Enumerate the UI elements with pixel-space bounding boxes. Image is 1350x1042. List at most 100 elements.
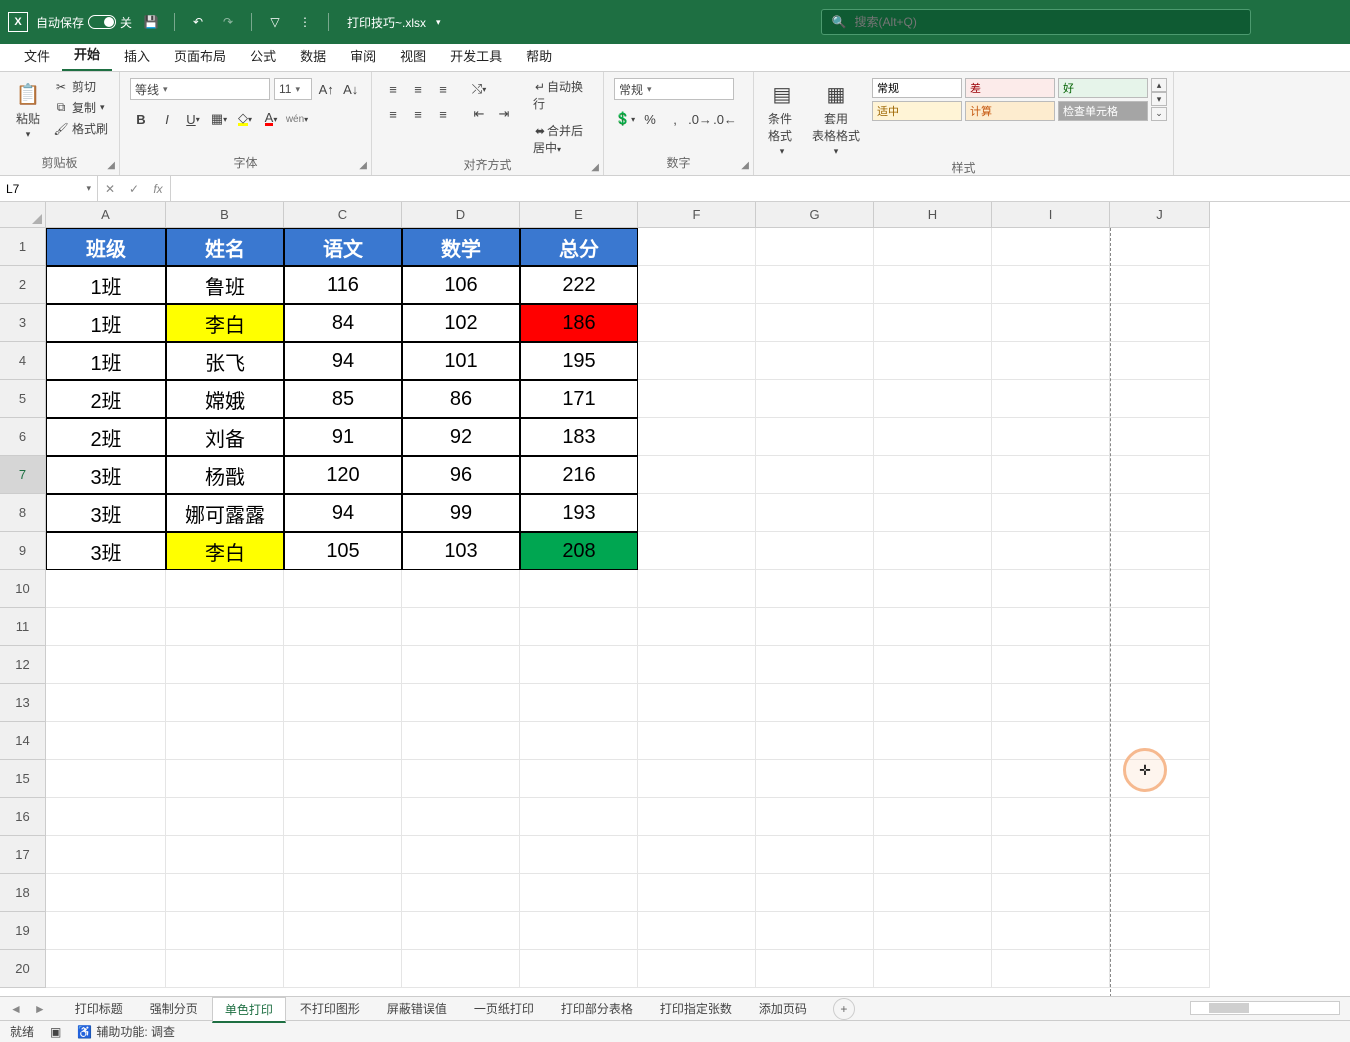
cell-styles-gallery[interactable]: 常规差好适中计算检查单元格	[872, 78, 1148, 121]
style-item-3[interactable]: 适中	[872, 101, 962, 121]
cell[interactable]	[520, 874, 638, 912]
align-center-icon[interactable]: ≡	[407, 103, 429, 125]
cell[interactable]	[874, 798, 992, 836]
cell[interactable]	[166, 874, 284, 912]
column-header[interactable]: I	[992, 202, 1110, 228]
cell[interactable]: 嫦娥	[166, 380, 284, 418]
cell[interactable]	[46, 912, 166, 950]
align-right-icon[interactable]: ≡	[432, 103, 454, 125]
cell[interactable]	[756, 760, 874, 798]
cell[interactable]	[1110, 608, 1210, 646]
cancel-formula-icon[interactable]: ✕	[98, 182, 122, 196]
gallery-more-icon[interactable]: ⌄	[1151, 107, 1167, 121]
cell[interactable]: 186	[520, 304, 638, 342]
cell[interactable]	[284, 798, 402, 836]
ribbon-tab-1[interactable]: 开始	[62, 40, 112, 71]
cell[interactable]	[756, 646, 874, 684]
row-header[interactable]: 12	[0, 646, 46, 684]
cell[interactable]	[638, 532, 756, 570]
cell[interactable]: 2班	[46, 380, 166, 418]
cell[interactable]	[402, 760, 520, 798]
formula-input[interactable]	[171, 176, 1350, 201]
orientation-icon[interactable]: ⤭▾	[468, 78, 490, 100]
table-header-cell[interactable]: 姓名	[166, 228, 284, 266]
cell[interactable]	[1110, 874, 1210, 912]
style-item-1[interactable]: 差	[965, 78, 1055, 98]
cell[interactable]	[402, 646, 520, 684]
cell[interactable]	[1110, 950, 1210, 988]
cell[interactable]	[1110, 266, 1210, 304]
cell[interactable]	[992, 418, 1110, 456]
dialog-launcher-icon[interactable]: ◢	[359, 160, 367, 171]
cell[interactable]	[756, 874, 874, 912]
cell[interactable]	[874, 456, 992, 494]
cell[interactable]	[874, 950, 992, 988]
row-header[interactable]: 9	[0, 532, 46, 570]
cell[interactable]	[992, 456, 1110, 494]
cell[interactable]	[756, 418, 874, 456]
cell[interactable]	[1110, 646, 1210, 684]
cell[interactable]	[166, 722, 284, 760]
underline-button[interactable]: U▾	[182, 108, 204, 130]
cell[interactable]	[638, 684, 756, 722]
cell[interactable]	[520, 646, 638, 684]
worksheet-grid[interactable]: ABCDEFGHIJ 12345678910111213141516171819…	[0, 202, 1350, 996]
ribbon-tab-9[interactable]: 帮助	[514, 42, 564, 71]
cell[interactable]	[638, 798, 756, 836]
cell[interactable]	[992, 646, 1110, 684]
cell[interactable]	[992, 684, 1110, 722]
ribbon-tab-5[interactable]: 数据	[288, 42, 338, 71]
sheet-tab[interactable]: 单色打印	[212, 997, 286, 1023]
ribbon-tab-6[interactable]: 审阅	[338, 42, 388, 71]
currency-icon[interactable]: 💲▾	[614, 108, 636, 130]
cell[interactable]	[638, 570, 756, 608]
style-item-5[interactable]: 检查单元格	[1058, 101, 1148, 121]
new-sheet-button[interactable]: +	[833, 998, 855, 1020]
cell[interactable]	[638, 456, 756, 494]
cell[interactable]	[756, 912, 874, 950]
cell[interactable]	[874, 494, 992, 532]
row-header[interactable]: 6	[0, 418, 46, 456]
row-header[interactable]: 2	[0, 266, 46, 304]
cell[interactable]	[1110, 760, 1210, 798]
cell[interactable]	[638, 342, 756, 380]
cell[interactable]	[166, 684, 284, 722]
cell[interactable]	[874, 912, 992, 950]
ribbon-tab-2[interactable]: 插入	[112, 42, 162, 71]
fill-color-button[interactable]: ◇▾	[234, 108, 256, 130]
cell[interactable]: 120	[284, 456, 402, 494]
cell[interactable]	[166, 646, 284, 684]
cell[interactable]	[756, 304, 874, 342]
cell[interactable]	[992, 380, 1110, 418]
cell[interactable]	[1110, 722, 1210, 760]
increase-indent-icon[interactable]: ⇥	[493, 103, 515, 125]
column-header[interactable]: H	[874, 202, 992, 228]
filter-icon[interactable]: ▽	[264, 11, 286, 33]
cell[interactable]: 1班	[46, 304, 166, 342]
cell[interactable]	[1110, 342, 1210, 380]
increase-decimal-icon[interactable]: .0→	[689, 108, 711, 130]
comma-icon[interactable]: ,	[664, 108, 686, 130]
cell[interactable]	[992, 228, 1110, 266]
cell[interactable]: 216	[520, 456, 638, 494]
cell[interactable]	[874, 836, 992, 874]
cell[interactable]	[520, 684, 638, 722]
number-format-combo[interactable]: 常规▾	[614, 78, 734, 100]
cell[interactable]	[992, 760, 1110, 798]
sheet-tab[interactable]: 打印部分表格	[548, 996, 646, 1022]
cell[interactable]	[638, 228, 756, 266]
cell[interactable]	[402, 874, 520, 912]
cell[interactable]	[992, 912, 1110, 950]
fx-icon[interactable]: fx	[146, 182, 170, 196]
row-header[interactable]: 8	[0, 494, 46, 532]
search-box[interactable]: 🔍	[821, 9, 1251, 35]
gallery-down-icon[interactable]: ▾	[1151, 92, 1167, 106]
column-header[interactable]: D	[402, 202, 520, 228]
cell[interactable]: 105	[284, 532, 402, 570]
cell[interactable]	[46, 570, 166, 608]
cell[interactable]	[284, 570, 402, 608]
undo-icon[interactable]: ↶	[187, 11, 209, 33]
cell[interactable]	[1110, 304, 1210, 342]
row-header[interactable]: 7	[0, 456, 46, 494]
cell[interactable]	[520, 950, 638, 988]
